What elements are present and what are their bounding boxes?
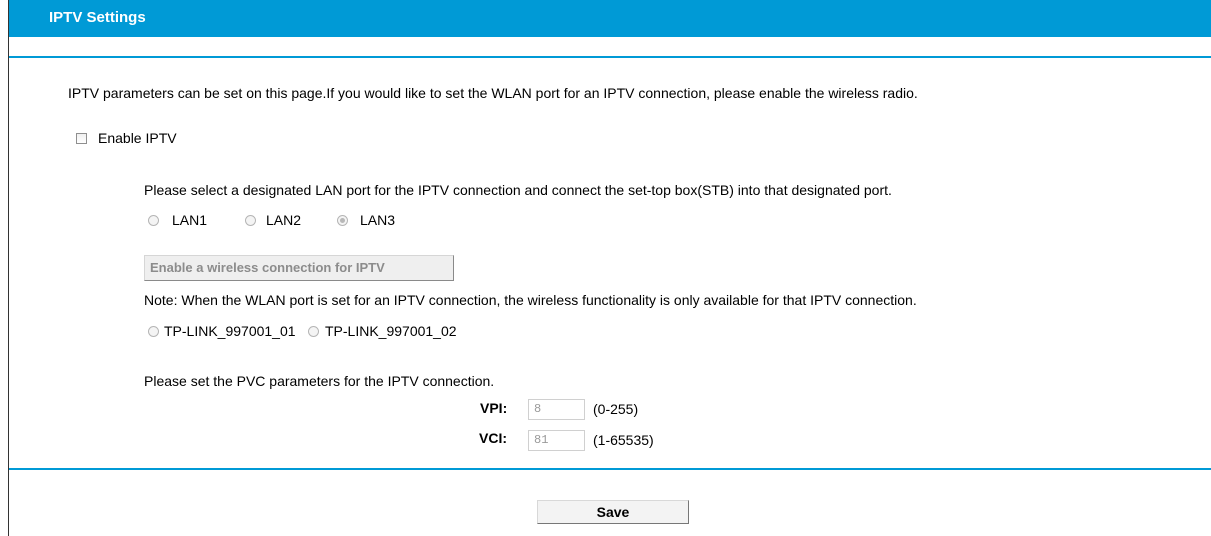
vci-input[interactable]: 81 <box>528 430 585 451</box>
page-title: IPTV Settings <box>49 9 146 26</box>
vpi-range: (0-255) <box>593 401 639 417</box>
wlan-note: Note: When the WLAN port is set for an I… <box>144 292 917 308</box>
vci-label: VCI: <box>479 430 507 446</box>
lan1-radio[interactable] <box>148 215 159 226</box>
lan2-radio[interactable] <box>245 215 256 226</box>
pvc-instruction: Please set the PVC parameters for the IP… <box>144 373 495 389</box>
bottom-divider <box>9 468 1211 470</box>
lan3-radio[interactable] <box>337 215 348 226</box>
ssid1-radio[interactable] <box>148 326 159 337</box>
ssid1-label: TP-LINK_997001_01 <box>164 323 296 339</box>
vci-range: (1-65535) <box>593 432 654 448</box>
lan2-label: LAN2 <box>266 212 302 228</box>
intro-text: IPTV parameters can be set on this page.… <box>68 85 918 101</box>
lan1-label: LAN1 <box>172 212 208 228</box>
ssid2-radio[interactable] <box>308 326 319 337</box>
vpi-label: VPI: <box>480 400 508 416</box>
enable-wireless-button[interactable]: Enable a wireless connection for IPTV <box>144 255 454 281</box>
top-divider <box>9 56 1211 58</box>
enable-iptv-label: Enable IPTV <box>98 130 177 146</box>
ssid2-label: TP-LINK_997001_02 <box>325 323 457 339</box>
title-bar: IPTV Settings <box>9 0 1211 37</box>
lan3-label: LAN3 <box>360 212 396 228</box>
save-button[interactable]: Save <box>537 500 689 524</box>
enable-iptv-checkbox[interactable] <box>76 133 87 144</box>
lan-instruction: Please select a designated LAN port for … <box>144 182 892 198</box>
vpi-input[interactable]: 8 <box>528 399 585 420</box>
